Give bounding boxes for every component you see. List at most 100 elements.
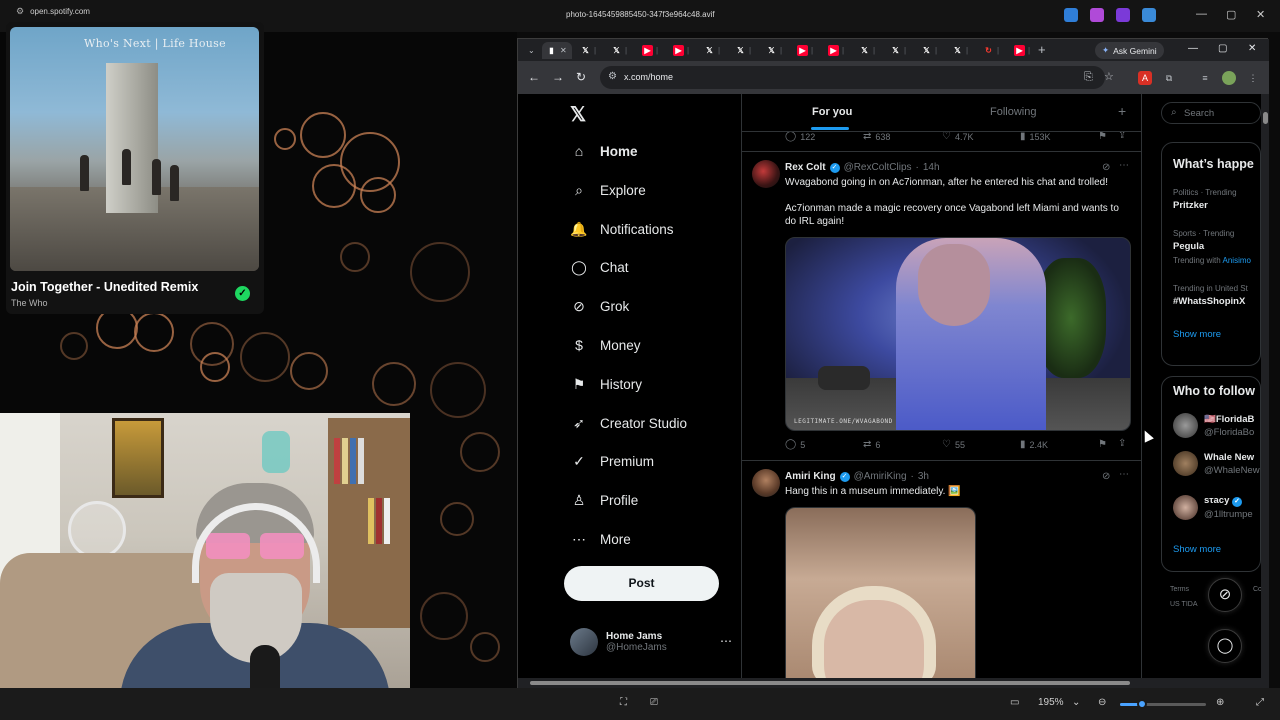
site-info-icon[interactable]: ⚙ (608, 71, 617, 82)
tweet-time[interactable]: 3h (918, 471, 929, 482)
tweet-video[interactable]: LEGITIMATE.ONE/WVAGABOND (785, 237, 1131, 431)
grok-icon[interactable]: ⊘ (1102, 162, 1110, 173)
add-tab-icon[interactable]: + (1118, 103, 1126, 119)
tweet-avatar[interactable] (752, 469, 780, 497)
repost-button[interactable]: ⇄ 6 (863, 439, 880, 450)
pen-icon[interactable] (1064, 8, 1078, 22)
close-button[interactable]: ✕ (1256, 8, 1265, 21)
follow-name[interactable]: 🇺🇸FloridaB (1204, 414, 1254, 425)
tweet-author-handle[interactable]: @RexColtClips (844, 162, 912, 173)
browser-tab[interactable]: 𝕏 | (886, 42, 916, 59)
trends-show-more[interactable]: Show more (1173, 329, 1221, 340)
nav-item-history[interactable]: ⚑ History (570, 376, 642, 393)
ocr-icon[interactable]: ⎚ (650, 697, 658, 708)
browser-tab[interactable]: ▶ | (793, 42, 823, 59)
reload-button[interactable]: ↻ (576, 70, 586, 84)
views-button[interactable]: ▮ 153K (1020, 131, 1051, 142)
zoom-slider[interactable] (1120, 699, 1206, 709)
chat-fab-icon[interactable]: ◯ (1208, 629, 1242, 663)
ask-gemini-button[interactable]: ✦ Ask Gemini (1095, 42, 1164, 59)
edit-icon[interactable] (1116, 8, 1130, 22)
nav-item-notifications[interactable]: 🔔 Notifications (570, 221, 673, 238)
settings-icon[interactable]: ⚙ (16, 6, 24, 17)
follow-name[interactable]: Whale New (1204, 452, 1254, 463)
track-artist[interactable]: The Who (11, 298, 48, 308)
zoom-dropdown-icon[interactable]: ⌄ (1072, 697, 1080, 708)
fit-icon[interactable]: ⛶ (620, 697, 627, 708)
new-tab-button[interactable]: + (1038, 42, 1046, 57)
cloud-icon[interactable] (1142, 8, 1156, 22)
zoom-in-icon[interactable]: ⊕ (1216, 697, 1224, 708)
vertical-scrollbar[interactable] (1262, 94, 1269, 678)
follow-avatar[interactable] (1173, 451, 1198, 476)
zoom-slider-thumb[interactable] (1136, 699, 1147, 709)
browser-tab[interactable]: ▶ | (1010, 42, 1040, 59)
forward-button[interactable]: → (552, 70, 564, 84)
like-button[interactable]: ♡ 4.7K (942, 131, 973, 142)
tweet-author-handle[interactable]: @AmiriKing (854, 471, 907, 482)
browser-tab[interactable]: 𝕏 | (948, 42, 978, 59)
nav-item-chat[interactable]: ◯ Chat (570, 259, 628, 276)
back-button[interactable]: ← (528, 70, 540, 84)
tweet-author-name[interactable]: Amiri King (785, 471, 836, 482)
minimize-button[interactable]: — (1196, 8, 1207, 20)
trend-name[interactable]: Pegula (1173, 241, 1204, 252)
follow-avatar[interactable] (1173, 413, 1198, 438)
more-icon[interactable]: ⋯ (720, 634, 732, 648)
tab-search-button[interactable]: ⌄ (524, 42, 540, 59)
nav-item-creator-studio[interactable]: ➶ Creator Studio (570, 415, 687, 432)
follow-name[interactable]: sτacy ✓ (1204, 495, 1243, 507)
tweet-time[interactable]: 14h (923, 162, 940, 173)
reply-button[interactable]: ◯ 122 (785, 131, 815, 142)
repost-button[interactable]: ⇄ 638 (863, 131, 890, 142)
browser-tab[interactable]: ▶ | (669, 42, 699, 59)
bookmark-star-icon[interactable]: ☆ (1104, 70, 1114, 83)
check-circle-icon[interactable]: ✓ (235, 286, 250, 301)
browser-tab[interactable]: ↻ | (979, 42, 1009, 59)
browser-tab[interactable]: 𝕏 | (607, 42, 637, 59)
browser-tab[interactable]: ▶ | (824, 42, 854, 59)
nav-item-more[interactable]: ⋯ More (570, 531, 631, 548)
tab-following[interactable]: Following (990, 106, 1036, 118)
share-icon[interactable]: ⇪ (1118, 438, 1126, 449)
post-button[interactable]: Post (564, 566, 719, 601)
horizontal-scroll-thumb[interactable] (530, 681, 1130, 685)
horizontal-scrollbar[interactable] (518, 678, 1269, 688)
media-control-icon[interactable]: ≡ (1198, 71, 1212, 85)
nav-item-profile[interactable]: ♙ Profile (570, 492, 639, 509)
trend-name[interactable]: Pritzker (1173, 200, 1208, 211)
aspect-icon[interactable]: ▭ (1010, 697, 1019, 708)
address-url[interactable]: x.com/home (624, 72, 673, 82)
footer-co[interactable]: Co (1253, 586, 1261, 593)
nav-item-home[interactable]: ⌂ Home (570, 143, 638, 159)
reply-button[interactable]: ◯ 5 (785, 439, 805, 450)
adblock-extension-icon[interactable]: A (1138, 71, 1152, 85)
x-logo-icon[interactable]: 𝕏 (570, 102, 586, 127)
browser-maximize-button[interactable]: ▢ (1218, 43, 1227, 54)
maximize-button[interactable]: ▢ (1226, 8, 1236, 21)
tab-for-you[interactable]: For you (812, 106, 852, 118)
address-bar[interactable]: ⚙ x.com/home ⎘ ☆ (600, 66, 1114, 89)
bookmark-icon[interactable]: ⚑ (1098, 131, 1107, 142)
footer-terms[interactable]: Terms (1170, 586, 1189, 593)
nav-item-premium[interactable]: ✓ Premium (570, 453, 654, 470)
profile-avatar[interactable] (1222, 71, 1236, 85)
nav-item-explore[interactable]: ⌕ Explore (570, 182, 646, 199)
nav-item-money[interactable]: $ Money (570, 337, 640, 353)
browser-tab[interactable]: ▶ | (638, 42, 668, 59)
views-button[interactable]: ▮ 2.4K (1020, 439, 1048, 450)
fullscreen-icon[interactable]: ⤢ (1256, 697, 1264, 708)
browser-close-button[interactable]: ✕ (1248, 43, 1256, 54)
trend-name[interactable]: #WhatsShopinX (1173, 296, 1245, 307)
grok-icon[interactable]: ⊘ (1102, 471, 1110, 482)
browser-tab[interactable]: 𝕏 | (731, 42, 761, 59)
like-button[interactable]: ♡ 55 (942, 439, 965, 450)
trend-with-link[interactable]: Anisimo (1223, 256, 1251, 265)
browser-tab[interactable]: 𝕏 | (917, 42, 947, 59)
copilot-icon[interactable] (1090, 8, 1104, 22)
tweet-image[interactable] (785, 507, 976, 678)
zoom-out-icon[interactable]: ⊖ (1098, 697, 1106, 708)
follow-avatar[interactable] (1173, 495, 1198, 520)
account-switcher[interactable]: Home Jams @HomeJams ⋯ (570, 628, 732, 656)
tweet-more-icon[interactable]: ⋯ (1119, 469, 1129, 480)
